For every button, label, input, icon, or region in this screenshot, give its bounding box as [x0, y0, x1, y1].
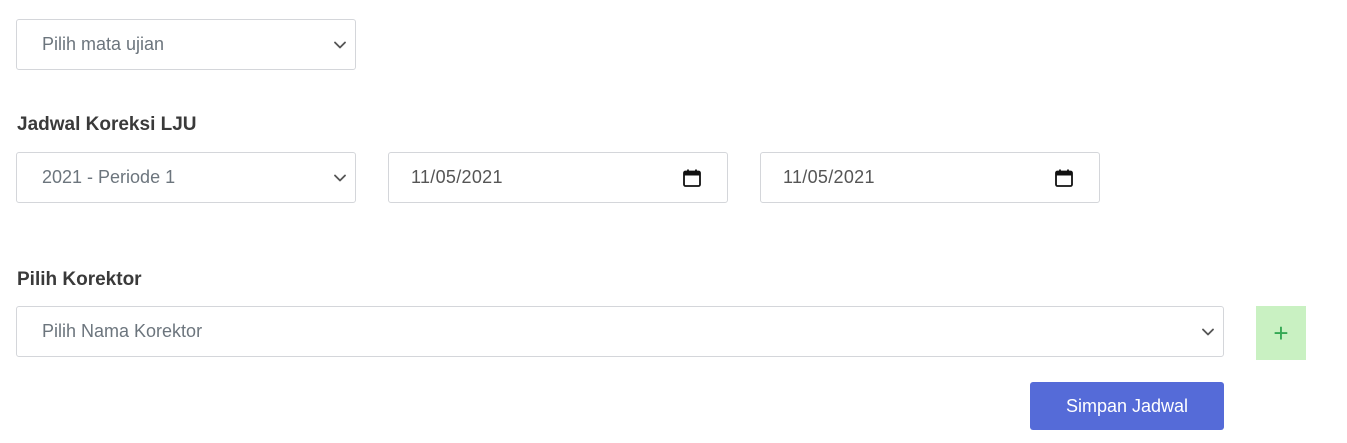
- chevron-down-icon: [1201, 325, 1215, 339]
- add-corrector-button[interactable]: +: [1256, 306, 1306, 360]
- save-schedule-button[interactable]: Simpan Jadwal: [1030, 382, 1224, 430]
- start-date-value: 11/05/2021: [411, 167, 503, 187]
- end-date-value: 11/05/2021: [783, 167, 875, 187]
- start-date-input[interactable]: 11/05/2021: [388, 152, 728, 203]
- period-select[interactable]: 2021 - Periode 1: [16, 152, 356, 203]
- period-select-value: 2021 - Periode 1: [42, 167, 176, 187]
- schedule-label: Jadwal Koreksi LJU: [17, 114, 197, 135]
- end-date-input[interactable]: 11/05/2021: [760, 152, 1100, 203]
- corrector-label: Pilih Korektor: [17, 269, 142, 290]
- exam-subject-select-value: Pilih mata ujian: [42, 34, 165, 54]
- exam-subject-select[interactable]: Pilih mata ujian: [16, 19, 356, 70]
- chevron-down-icon: [333, 171, 347, 185]
- chevron-down-icon: [333, 38, 347, 52]
- calendar-icon[interactable]: [681, 167, 703, 189]
- plus-icon: +: [1273, 317, 1289, 348]
- calendar-icon[interactable]: [1053, 167, 1075, 189]
- corrector-select-value: Pilih Nama Korektor: [42, 321, 203, 341]
- corrector-select[interactable]: Pilih Nama Korektor: [16, 306, 1224, 357]
